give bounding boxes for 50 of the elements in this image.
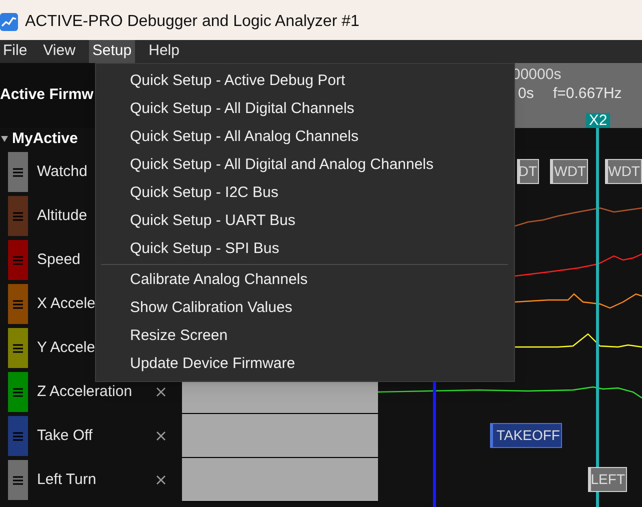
menu-option[interactable]: Calibrate Analog Channels bbox=[96, 266, 514, 294]
channel-name: X Accele bbox=[37, 294, 96, 314]
channel-color-chip[interactable] bbox=[8, 328, 28, 368]
window-title: ACTIVE-PRO Debugger and Logic Analyzer #1 bbox=[25, 12, 360, 32]
event-tag[interactable]: WDT bbox=[550, 159, 588, 184]
channel-color-chip[interactable] bbox=[8, 152, 28, 192]
menu-icon bbox=[13, 432, 23, 440]
channel-color-chip[interactable] bbox=[8, 372, 28, 412]
channel-name: Y Accele bbox=[37, 338, 96, 358]
channel-name: Speed bbox=[37, 250, 80, 270]
channel-color-chip[interactable] bbox=[8, 416, 28, 456]
close-icon[interactable] bbox=[156, 475, 166, 485]
close-icon[interactable] bbox=[156, 387, 166, 397]
close-icon[interactable] bbox=[156, 431, 166, 441]
channel-color-chip[interactable] bbox=[8, 460, 28, 500]
frequency-readout: f=0.667Hz bbox=[553, 84, 622, 104]
menu-icon bbox=[13, 388, 23, 396]
menu-option[interactable]: Quick Setup - UART Bus bbox=[96, 207, 514, 235]
menu-item[interactable]: View bbox=[40, 40, 78, 63]
period-readout: 0s bbox=[518, 84, 534, 104]
channel-color-chip[interactable] bbox=[8, 196, 28, 236]
channel-name: Z Acceleration bbox=[37, 382, 132, 402]
menu-icon bbox=[13, 344, 23, 352]
channel-color-chip[interactable] bbox=[8, 240, 28, 280]
menu-option[interactable]: Show Calibration Values bbox=[96, 294, 514, 322]
channel-name: Altitude bbox=[37, 206, 88, 226]
menu-item[interactable]: Help bbox=[146, 40, 182, 63]
menu-option[interactable]: Quick Setup - I2C Bus bbox=[96, 179, 514, 207]
menu-option[interactable]: Update Device Firmware bbox=[96, 350, 514, 378]
menu-icon bbox=[13, 168, 23, 176]
cursor-label[interactable]: X2 bbox=[586, 113, 610, 128]
app-icon bbox=[0, 13, 18, 31]
event-tag[interactable]: TAKEOFF bbox=[490, 423, 562, 448]
channel-name: Take Off bbox=[37, 426, 93, 446]
menu-icon bbox=[13, 256, 23, 264]
menu-icon bbox=[13, 212, 23, 220]
menu-icon bbox=[13, 476, 23, 484]
menu-option[interactable]: Quick Setup - SPI Bus bbox=[96, 235, 514, 263]
menu-item[interactable]: File bbox=[0, 40, 30, 63]
menu-option[interactable]: Quick Setup - All Digital and Analog Channels bbox=[96, 151, 514, 179]
menu-icon bbox=[13, 300, 23, 308]
channel-color-chip[interactable] bbox=[8, 284, 28, 324]
group-name: MyActive bbox=[12, 128, 78, 149]
menu-item[interactable]: Setup bbox=[89, 40, 135, 63]
event-tag[interactable]: WDT bbox=[605, 159, 642, 184]
expand-toggle-icon[interactable] bbox=[1, 136, 8, 142]
event-tag[interactable]: LEFT bbox=[588, 467, 627, 492]
menu-option[interactable]: Resize Screen bbox=[96, 322, 514, 350]
channel-name: Watchd bbox=[37, 162, 88, 182]
channel-name: Left Turn bbox=[37, 470, 96, 490]
